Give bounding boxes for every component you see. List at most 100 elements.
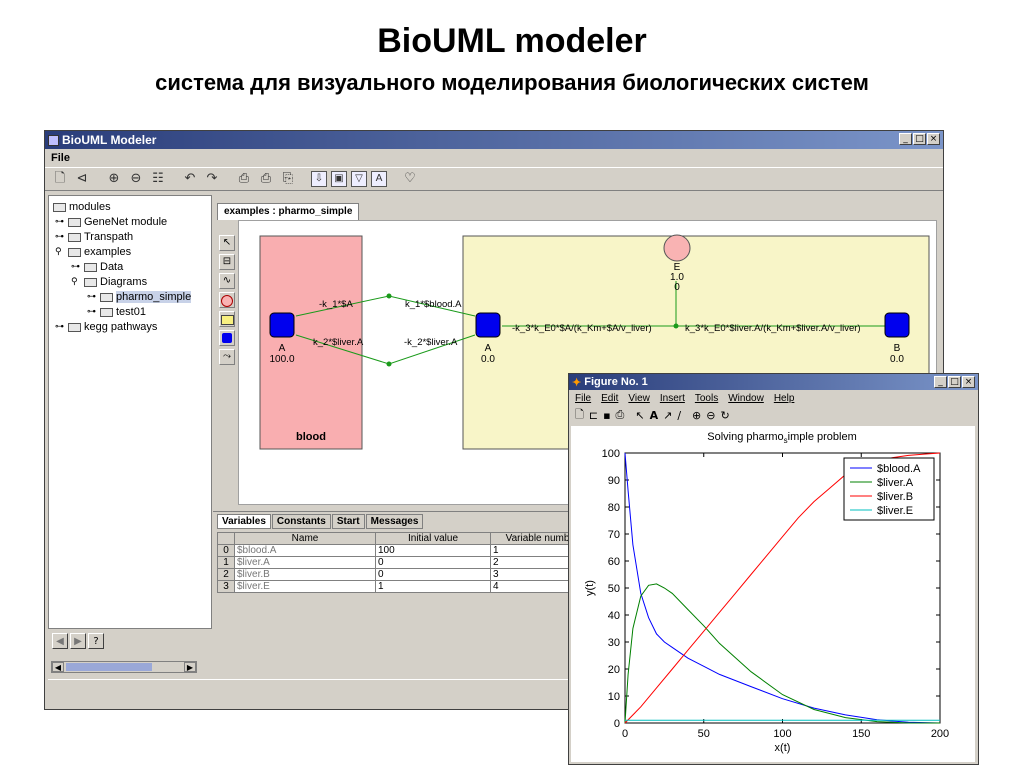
blood-a-node[interactable] <box>269 312 295 338</box>
compartment-tool-icon[interactable]: ⊟ <box>219 254 235 270</box>
menu-file[interactable]: File <box>51 152 70 164</box>
filter-icon[interactable]: ▽ <box>351 171 367 187</box>
blue-node-icon[interactable] <box>219 330 235 346</box>
circle-node-icon[interactable] <box>219 292 235 308</box>
collapsed-toggle-icon[interactable]: ⊶ <box>87 292 97 302</box>
tab-variables[interactable]: Variables <box>217 514 271 529</box>
yellow-compartment-icon[interactable] <box>219 311 235 327</box>
new-icon[interactable]: 🗋 <box>575 406 584 425</box>
text-tool-icon[interactable]: A <box>650 409 659 422</box>
reaction-point-2[interactable] <box>386 361 392 367</box>
page-setup-icon[interactable]: ⎘ <box>279 170 297 188</box>
open-icon[interactable]: ⊲ <box>73 170 91 188</box>
tree-item-examples[interactable]: ⚲ examples <box>55 245 131 259</box>
tree-horizontal-scrollbar[interactable]: ◀ ▶ <box>51 661 197 673</box>
edge-tool-icon[interactable]: ∿ <box>219 273 235 289</box>
select-arrow-icon[interactable]: ↖ <box>219 235 235 251</box>
table-row[interactable]: 0 $blood.A 100 1 <box>217 544 594 557</box>
print-preview-icon[interactable]: ⎙ <box>257 170 275 188</box>
column-header[interactable]: Name <box>234 532 376 545</box>
collapsed-toggle-icon[interactable]: ⊶ <box>55 217 65 227</box>
table-row[interactable]: 1 $liver.A 0 2 <box>217 556 594 569</box>
collapsed-toggle-icon[interactable]: ⊶ <box>87 307 97 317</box>
diagram-tab[interactable]: examples : pharmo_simple <box>217 203 360 220</box>
comment-icon[interactable]: ♡ <box>401 170 419 188</box>
help-icon[interactable]: ? <box>88 633 104 649</box>
menu-help[interactable]: Help <box>774 393 795 404</box>
text-icon[interactable]: A <box>371 171 387 187</box>
back-icon[interactable]: ◀ <box>52 633 68 649</box>
layout-icon[interactable]: ☷ <box>149 170 167 188</box>
collapsed-toggle-icon[interactable]: ⊶ <box>55 232 65 242</box>
new-icon[interactable]: 🗋 <box>51 170 69 188</box>
table-row[interactable]: 2 $liver.B 0 3 <box>217 568 594 581</box>
cell-name[interactable]: $liver.B <box>234 568 376 581</box>
print-icon[interactable]: ⎙ <box>235 170 253 188</box>
tab-constants[interactable]: Constants <box>271 514 331 529</box>
image-icon[interactable]: ▣ <box>331 171 347 187</box>
tree-item-modules[interactable]: modules <box>53 200 111 214</box>
tab-messages[interactable]: Messages <box>365 514 424 529</box>
tree-item-diagrams[interactable]: ⚲ Diagrams <box>71 275 147 289</box>
save-icon[interactable]: ▪ <box>603 409 610 422</box>
arrow-tool-icon[interactable]: ↗ <box>663 409 672 422</box>
menu-window[interactable]: Window <box>728 393 764 404</box>
close-button[interactable]: × <box>927 133 940 145</box>
tab-start[interactable]: Start <box>331 514 365 529</box>
liver-e-node[interactable] <box>663 234 691 262</box>
liver-b-node[interactable] <box>884 312 910 338</box>
expanded-toggle-icon[interactable]: ⚲ <box>71 277 81 287</box>
scroll-right-icon[interactable]: ▶ <box>184 662 196 672</box>
cell-name[interactable]: $blood.A <box>234 544 376 557</box>
zoom-out-icon[interactable]: ⊖ <box>706 409 715 422</box>
tree-item-genenet[interactable]: ⊶ GeneNet module <box>55 215 167 229</box>
cell-initial-value[interactable]: 1 <box>375 580 491 593</box>
scroll-left-icon[interactable]: ◀ <box>52 662 64 672</box>
forward-icon[interactable]: ▶ <box>70 633 86 649</box>
tree-item-data[interactable]: ⊶ Data <box>71 260 123 274</box>
menu-file[interactable]: File <box>575 393 591 404</box>
redo-icon[interactable]: ↷ <box>203 170 221 188</box>
rotate-icon[interactable]: ↻ <box>720 409 729 422</box>
line-tool-icon[interactable]: ∕ <box>677 409 681 422</box>
collapsed-toggle-icon[interactable]: ⊶ <box>71 262 81 272</box>
scroll-thumb[interactable] <box>66 663 152 671</box>
zoom-in-icon[interactable]: ⊕ <box>692 409 701 422</box>
expanded-toggle-icon[interactable]: ⚲ <box>55 247 65 257</box>
zoom-out-icon[interactable]: ⊖ <box>127 170 145 188</box>
close-button[interactable]: × <box>962 376 975 388</box>
tree-item-pharmo-simple[interactable]: ⊶ pharmo_simple <box>87 290 192 304</box>
cell-name[interactable]: $liver.A <box>234 556 376 569</box>
minimize-button[interactable]: _ <box>934 376 947 388</box>
table-row[interactable]: 3 $liver.E 1 4 <box>217 580 594 593</box>
zoom-in-icon[interactable]: ⊕ <box>105 170 123 188</box>
cell-initial-value[interactable]: 100 <box>375 544 491 557</box>
minimize-button[interactable]: _ <box>899 133 912 145</box>
column-header[interactable] <box>217 532 235 545</box>
menu-insert[interactable]: Insert <box>660 393 685 404</box>
menu-view[interactable]: View <box>628 393 650 404</box>
maximize-button[interactable]: □ <box>948 376 961 388</box>
export-icon[interactable]: ⇩ <box>311 171 327 187</box>
undo-icon[interactable]: ↶ <box>181 170 199 188</box>
cell-initial-value[interactable]: 0 <box>375 568 491 581</box>
y-tick-label: 80 <box>608 502 620 514</box>
cell-name[interactable]: $liver.E <box>234 580 376 593</box>
tree-item-test01[interactable]: ⊶ test01 <box>87 305 146 319</box>
blood-compartment-label: blood <box>296 431 326 443</box>
open-icon[interactable]: ⊏ <box>589 409 598 422</box>
menu-tools[interactable]: Tools <box>695 393 718 404</box>
reaction-point-1[interactable] <box>386 293 392 299</box>
menu-edit[interactable]: Edit <box>601 393 618 404</box>
maximize-button[interactable]: □ <box>913 133 926 145</box>
column-header[interactable]: Initial value <box>375 532 491 545</box>
collapsed-toggle-icon[interactable]: ⊶ <box>55 322 65 332</box>
tree-item-kegg[interactable]: ⊶ kegg pathways <box>55 320 157 334</box>
reaction-point-3[interactable] <box>673 323 679 329</box>
reaction-tool-icon[interactable]: ⤳ <box>219 349 235 365</box>
tree-item-transpath[interactable]: ⊶ Transpath <box>55 230 133 244</box>
select-arrow-icon[interactable]: ↖ <box>635 409 644 422</box>
cell-initial-value[interactable]: 0 <box>375 556 491 569</box>
print-icon[interactable]: ⎙ <box>616 408 625 422</box>
liver-a-node[interactable] <box>475 312 501 338</box>
